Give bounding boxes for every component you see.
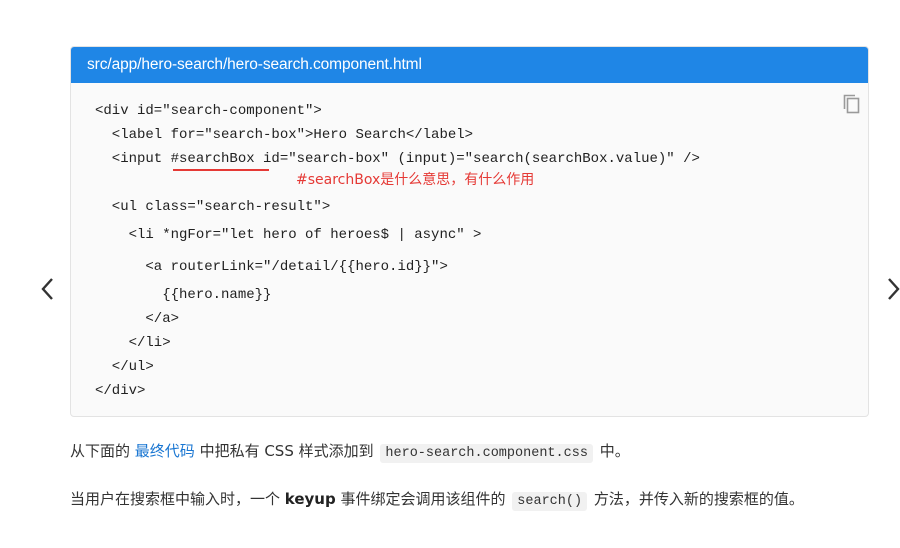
paragraph-keyup-description: 当用户在搜索框中输入时，一个 keyup 事件绑定会调用该组件的 search(… bbox=[70, 488, 804, 511]
paragraph-css-instructions: 从下面的 最终代码 中把私有 CSS 样式添加到 hero-search.com… bbox=[70, 440, 630, 463]
code-line: </li> bbox=[95, 335, 171, 351]
code-line: </ul> bbox=[95, 359, 154, 375]
annotation-underline bbox=[173, 169, 269, 171]
keyup-term: keyup bbox=[284, 490, 336, 508]
para1-middle: 中把私有 CSS 样式添加到 bbox=[194, 442, 379, 460]
code-line: <ul class="search-result"> bbox=[95, 199, 331, 215]
para1-prefix: 从下面的 bbox=[70, 442, 135, 460]
code-line: </div> bbox=[95, 383, 146, 399]
code-line: <a routerLink="/detail/{{hero.id}}"> bbox=[95, 259, 448, 275]
search-method-code: search() bbox=[512, 492, 588, 511]
css-filename-code: hero-search.component.css bbox=[380, 444, 593, 463]
final-code-link[interactable]: 最终代码 bbox=[135, 442, 195, 460]
para2-suffix: 方法，并传入新的搜索框的值。 bbox=[589, 490, 804, 508]
annotation-note: #searchBox是什么意思，有什么作用 bbox=[296, 172, 535, 188]
code-line: </a> bbox=[95, 311, 180, 327]
chevron-right-icon[interactable] bbox=[882, 272, 900, 306]
code-filename: src/app/hero-search/hero-search.componen… bbox=[71, 47, 868, 83]
code-line: {{hero.name}} bbox=[95, 287, 272, 303]
code-line: <input #searchBox id="search-box" (input… bbox=[95, 151, 700, 167]
code-line: <div id="search-component"> bbox=[95, 103, 322, 119]
copy-icon[interactable] bbox=[840, 92, 864, 116]
para1-suffix: 中。 bbox=[594, 442, 630, 460]
para2-middle: 事件绑定会调用该组件的 bbox=[335, 490, 511, 508]
para2-prefix: 当用户在搜索框中输入时，一个 bbox=[70, 490, 285, 508]
code-example: src/app/hero-search/hero-search.componen… bbox=[70, 46, 869, 417]
chevron-left-icon[interactable] bbox=[35, 272, 59, 306]
code-line: <li *ngFor="let hero of heroes$ | async"… bbox=[95, 227, 482, 243]
code-line: <label for="search-box">Hero Search</lab… bbox=[95, 127, 474, 143]
